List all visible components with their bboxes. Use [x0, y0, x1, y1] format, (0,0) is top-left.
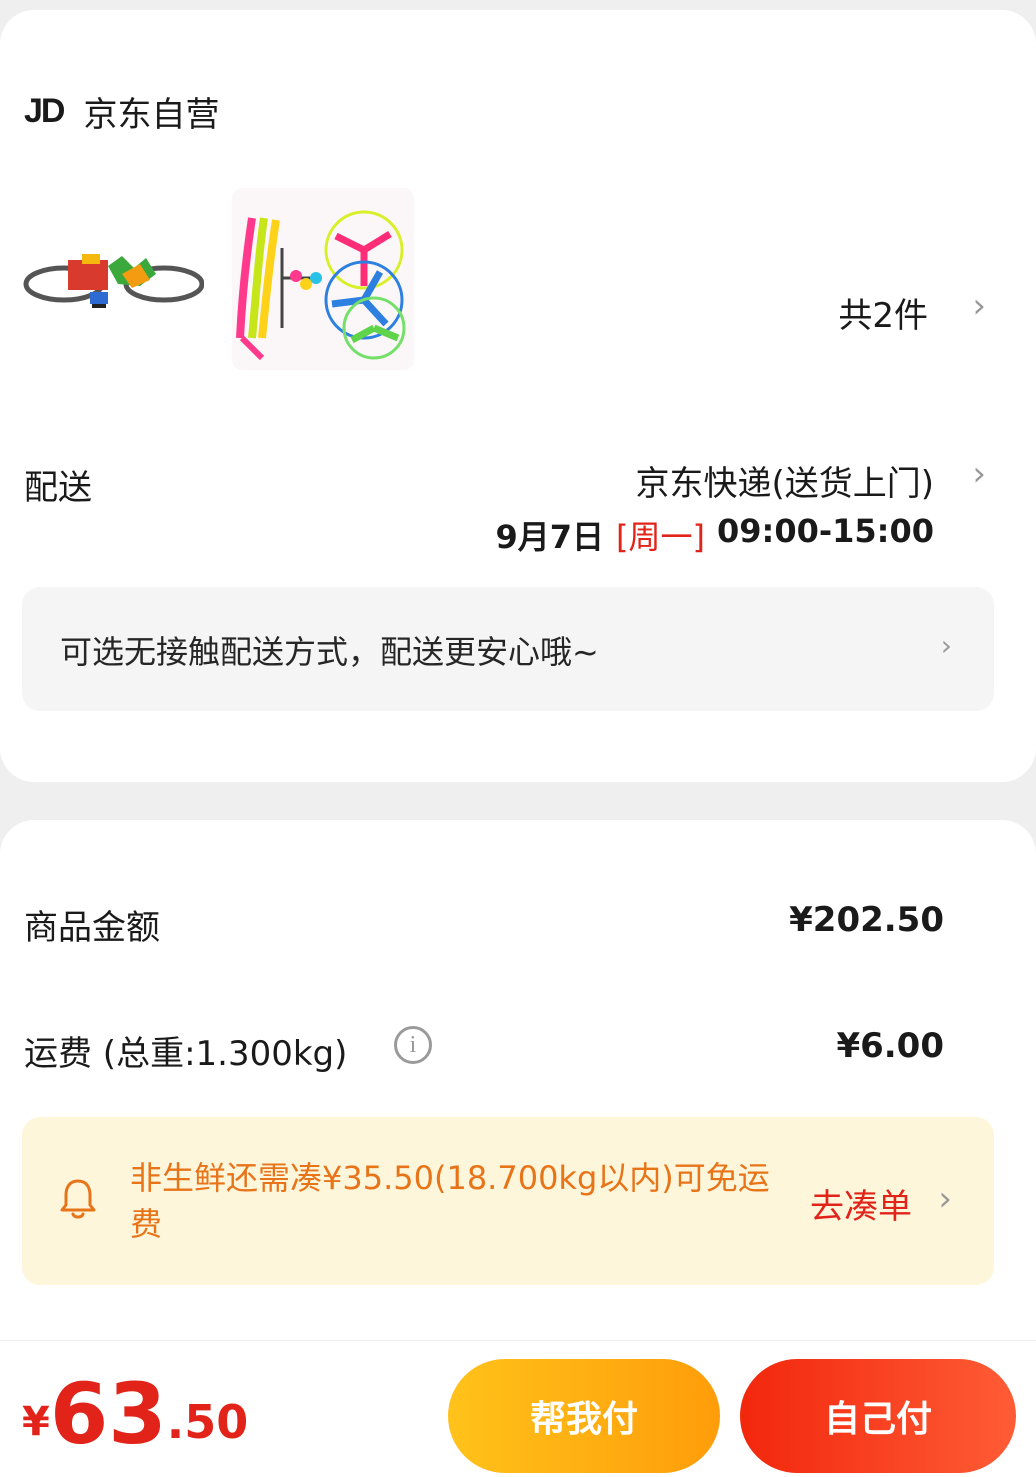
currency-symbol: ¥: [22, 1399, 50, 1445]
price-summary-card: 商品金额 ¥202.50 运费 (总重:1.300kg) i ¥6.00 非生鲜…: [0, 820, 1036, 1380]
delivery-time[interactable]: 9月7日 [周一] 09:00-15:00: [495, 512, 934, 558]
shop-header: JD 京东自营: [24, 88, 220, 135]
shipping-fee-value: ¥6.00: [836, 1026, 944, 1066]
delivery-weekday: [周一]: [616, 518, 705, 556]
chevron-right-icon[interactable]: ›: [972, 454, 986, 494]
delivery-date: 9月7日: [495, 518, 605, 556]
chevron-right-icon[interactable]: ›: [938, 1179, 952, 1219]
delivery-label: 配送: [24, 468, 92, 508]
info-icon[interactable]: i: [394, 1026, 432, 1064]
self-pay-button[interactable]: 自己付: [740, 1359, 1016, 1473]
help-pay-button[interactable]: 帮我付: [448, 1359, 720, 1473]
chevron-right-icon: ›: [940, 629, 952, 662]
chevron-right-icon[interactable]: ›: [972, 286, 986, 326]
goods-amount-label: 商品金额: [24, 908, 160, 948]
add-items-link[interactable]: 去凑单: [810, 1179, 912, 1228]
contactless-delivery-option[interactable]: 可选无接触配送方式，配送更安心哦~ ›: [22, 587, 994, 711]
total-integer: 63: [49, 1365, 167, 1463]
delivery-time-range: 09:00-15:00: [717, 512, 934, 550]
total-decimal: .50: [166, 1395, 249, 1449]
checkout-bar: ¥ 63 .50 帮我付 自己付: [0, 1340, 1036, 1477]
total-amount: ¥ 63 .50: [22, 1369, 248, 1459]
product-thumbnail-train-track[interactable]: [22, 188, 204, 370]
order-items-card: JD 京东自营 共2件 › 配送 京东快递(送货上门) › 9月7日 [周一] …: [0, 10, 1036, 782]
goods-amount-value: ¥202.50: [789, 900, 944, 940]
shop-name: 京东自营: [83, 94, 220, 135]
jd-logo: JD: [24, 91, 65, 130]
contactless-text: 可选无接触配送方式，配送更安心哦~: [60, 633, 599, 671]
delivery-method[interactable]: 京东快递(送货上门): [635, 456, 934, 505]
free-shipping-notice[interactable]: 非生鲜还需凑¥35.50(18.700kg以内)可免运费 去凑单 ›: [22, 1117, 994, 1285]
bell-icon: [60, 1179, 96, 1219]
shipping-fee-label: 运费 (总重:1.300kg): [24, 1034, 348, 1074]
free-shipping-text: 非生鲜还需凑¥35.50(18.700kg以内)可免运费: [130, 1159, 770, 1243]
product-thumbnail-flying-toys[interactable]: [232, 188, 414, 370]
item-count[interactable]: 共2件: [838, 288, 928, 337]
